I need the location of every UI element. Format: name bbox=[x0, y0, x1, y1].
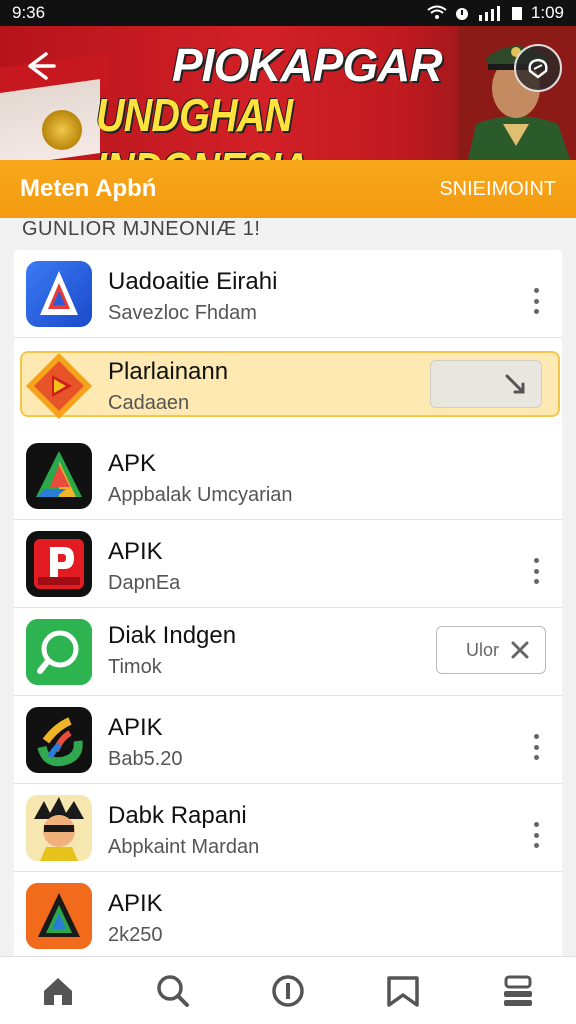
wifi-icon bbox=[427, 5, 447, 19]
emblem-badge bbox=[42, 110, 82, 150]
app-subtitle: DapnEa bbox=[108, 572, 181, 594]
app-name: Uadoaitie Eirahi bbox=[108, 268, 278, 295]
app-subtitle: Abpkaint Mardan bbox=[108, 836, 260, 858]
status-time: 9:36 bbox=[12, 3, 46, 22]
app-subtitle: Timok bbox=[108, 656, 162, 678]
back-arrow-icon bbox=[28, 52, 56, 80]
profile-button[interactable] bbox=[514, 44, 562, 92]
close-icon bbox=[511, 641, 529, 659]
nav-info[interactable] bbox=[263, 966, 313, 1016]
more-options-button[interactable] bbox=[532, 288, 540, 314]
app-icon-search-green bbox=[26, 619, 92, 685]
stack-icon bbox=[504, 975, 533, 1006]
list-item[interactable]: APK Appbalak Umcyarian bbox=[14, 432, 562, 520]
header-banner: PIOKAPGAR UNDGHAN INDONESIA bbox=[0, 26, 576, 160]
more-options-button[interactable] bbox=[532, 734, 540, 760]
status-bar: 9:36 1:09 bbox=[0, 0, 576, 26]
app-icon-p-red bbox=[26, 531, 92, 597]
battery-icon bbox=[511, 7, 522, 20]
app-subtitle: Cadaaen bbox=[108, 392, 190, 414]
status-icons: 1:09 bbox=[427, 3, 564, 23]
app-icon-apik-orange bbox=[26, 883, 92, 949]
app-icon-cartoon bbox=[26, 795, 92, 861]
nav-search[interactable] bbox=[148, 966, 198, 1016]
app-name: APIK bbox=[108, 538, 163, 565]
app-icon-apk-dark bbox=[26, 443, 92, 509]
install-button[interactable] bbox=[430, 360, 542, 408]
list-item[interactable]: APIK DapnEa bbox=[14, 520, 562, 608]
list-item[interactable]: APIK 2k250 bbox=[14, 872, 562, 960]
category-title[interactable]: Meten Apbń bbox=[20, 175, 156, 203]
app-list: Uadoaitie Eirahi Savezloc Fhdam Plarlain… bbox=[14, 250, 562, 960]
category-action[interactable]: SNIEIMOINT bbox=[439, 178, 556, 201]
alarm-icon bbox=[455, 8, 468, 20]
cancel-icon bbox=[505, 374, 525, 394]
profile-icon bbox=[528, 58, 548, 79]
signal-icon bbox=[478, 6, 500, 21]
app-icon-play bbox=[24, 351, 94, 421]
section-title: GUNLIOR MJNEONIÆ 1! bbox=[22, 218, 261, 240]
bookmark-icon bbox=[387, 975, 419, 1007]
category-bar: Meten Apbń SNIEIMOINT bbox=[0, 160, 576, 218]
app-name: APIK bbox=[108, 890, 163, 917]
list-item-highlighted[interactable]: Plarlainann Cadaaen bbox=[20, 351, 560, 419]
open-button-label: Ulor bbox=[465, 639, 499, 660]
bottom-navigation bbox=[0, 956, 576, 1024]
open-button[interactable]: Ulor bbox=[436, 626, 546, 674]
list-item[interactable]: Diak Indgen Timok Ulor bbox=[14, 608, 562, 696]
app-subtitle: Bab5.20 bbox=[108, 748, 183, 770]
app-name: Plarlainann bbox=[108, 358, 229, 385]
banner-title-line2: UNDGHAN INDONESIA bbox=[96, 89, 309, 160]
info-icon bbox=[272, 974, 304, 1007]
more-options-button[interactable] bbox=[532, 822, 540, 848]
nav-bookmark[interactable] bbox=[378, 966, 428, 1016]
nav-home[interactable] bbox=[33, 966, 83, 1016]
list-item[interactable]: Dabk Rapani Abpkaint Mardan bbox=[14, 784, 562, 872]
more-options-button[interactable] bbox=[532, 558, 540, 584]
list-item[interactable]: Uadoaitie Eirahi Savezloc Fhdam bbox=[14, 250, 562, 338]
nav-library[interactable] bbox=[493, 966, 543, 1016]
app-icon-apik-swirl bbox=[26, 707, 92, 773]
app-subtitle: 2k250 bbox=[108, 924, 163, 946]
app-icon-blue-a bbox=[26, 261, 92, 327]
app-subtitle: Appbalak Umcyarian bbox=[108, 484, 293, 506]
back-button[interactable] bbox=[20, 46, 60, 86]
home-icon bbox=[43, 977, 72, 1005]
status-battery: 1:09 bbox=[530, 3, 564, 22]
app-name: APK bbox=[108, 450, 157, 477]
list-item[interactable]: APIK Bab5.20 bbox=[14, 696, 562, 784]
officer-portrait bbox=[458, 26, 576, 160]
app-name: Diak Indgen bbox=[108, 622, 237, 649]
banner-title-line1: PIOKAPGAR bbox=[172, 39, 443, 91]
app-subtitle: Savezloc Fhdam bbox=[108, 302, 257, 324]
app-name: Dabk Rapani bbox=[108, 802, 247, 829]
search-icon bbox=[157, 974, 189, 1007]
app-name: APIK bbox=[108, 714, 163, 741]
